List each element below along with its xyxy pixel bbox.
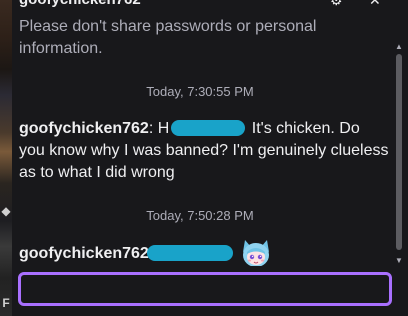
message-text-prefix: H xyxy=(157,120,170,137)
anime-girl-emote-icon xyxy=(239,238,273,266)
scroll-down-arrow-icon[interactable]: ▼ xyxy=(394,256,404,266)
whisper-window: ◆ F goofychicken762 ⚙ ✕ Please don't sha… xyxy=(0,0,408,316)
message-username[interactable]: goofychicken762 xyxy=(19,245,149,262)
message-scrollbar[interactable]: ▲ ▼ xyxy=(394,40,404,266)
whisper-header: goofychicken762 ⚙ ✕ xyxy=(12,0,408,10)
message-timestamp: Today, 7:50:28 PM xyxy=(146,208,254,223)
chat-message: goofychicken762: H It's chicken. Do you … xyxy=(19,118,389,184)
redaction-mark xyxy=(146,245,233,261)
gear-icon[interactable]: ⚙ xyxy=(330,0,343,9)
message-list: Please don't share passwords or personal… xyxy=(12,10,392,266)
whisper-input[interactable] xyxy=(18,272,392,306)
diamond-icon: ◆ xyxy=(1,204,11,218)
username-separator: : xyxy=(148,120,154,137)
close-icon[interactable]: ✕ xyxy=(369,0,381,9)
scroll-thumb[interactable] xyxy=(396,54,402,250)
message-timestamp: Today, 7:30:55 PM xyxy=(146,84,254,99)
message-username[interactable]: goofychicken762 xyxy=(19,120,149,137)
safety-notice: Please don't share passwords or personal… xyxy=(19,18,317,57)
redaction-mark xyxy=(171,120,246,136)
strip-letter: F xyxy=(2,296,10,310)
scroll-up-arrow-icon[interactable]: ▲ xyxy=(394,42,404,52)
header-title: goofychicken762 xyxy=(19,0,141,8)
chat-message: goofychicken762 xyxy=(19,238,389,266)
background-strip: ◆ F xyxy=(0,0,12,316)
